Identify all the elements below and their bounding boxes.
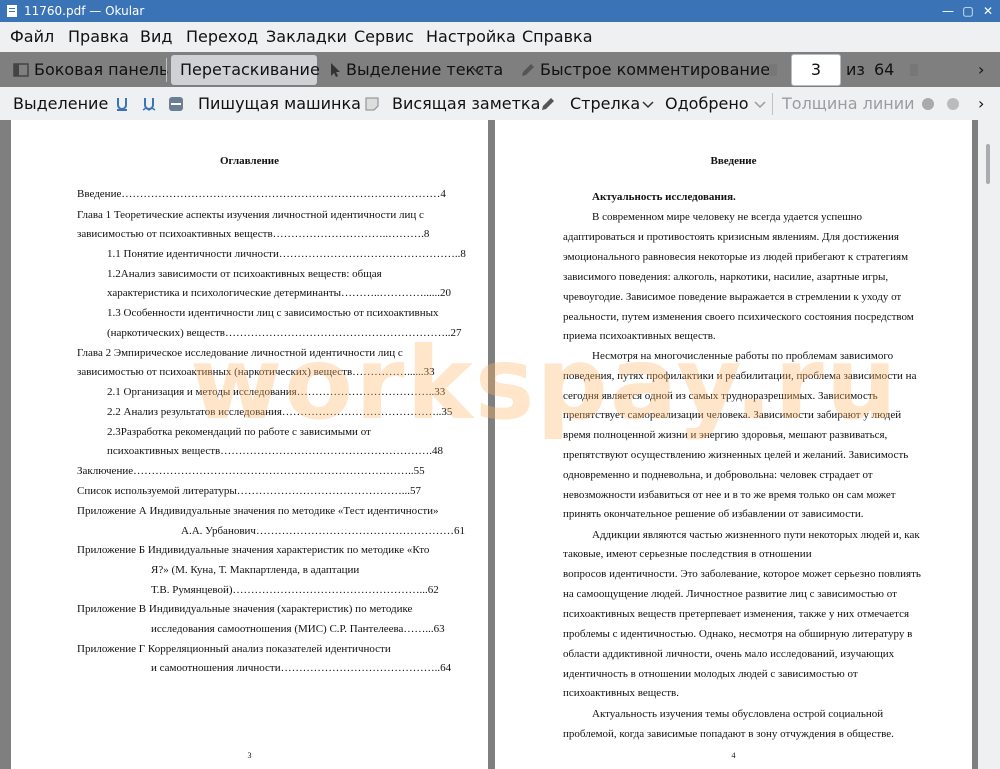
strikeout-icon[interactable] — [168, 96, 184, 112]
scrollbar-thumb[interactable] — [986, 144, 990, 184]
quick-comment-button[interactable]: Быстрое комментирование — [540, 60, 770, 80]
chevron-down-icon[interactable] — [752, 96, 768, 112]
body-line: психоактивных веществ претерпевает измен… — [563, 608, 910, 620]
body-line: проблемы с идентичностью. Однако, несмот… — [563, 628, 913, 640]
vertical-scrollbar[interactable] — [978, 120, 1000, 769]
annotation-toolbar: Выделение Пишущая машинка Висящая заметк… — [0, 87, 1000, 120]
body-line: Аддикции являются частью жизненного пути… — [592, 529, 920, 541]
menu-help[interactable]: Справка — [522, 28, 593, 46]
section-subheading: Актуальность исследования. — [592, 191, 736, 203]
toc-line: характеристика и психологические детерми… — [107, 287, 452, 299]
body-line: эмоционального равновесия некоторые из л… — [563, 251, 909, 263]
toolbar-separator — [772, 93, 773, 115]
menu-tools[interactable]: Сервис — [354, 28, 414, 46]
minimize-button[interactable]: — — [940, 3, 956, 19]
toc-line: Приложение Б Индивидуальные значения хар… — [77, 544, 430, 556]
toc-line: 1.2Анализ зависимости от психоактивных в… — [107, 268, 382, 280]
toc-line: 1.3 Особенности идентичности лиц с завис… — [107, 307, 439, 319]
toc-line: Заключение…………………………………………………………………..55 — [77, 465, 425, 477]
toc-line: Приложение Г Корреляционный анализ показ… — [77, 643, 391, 655]
body-line: реальности, путем изменения своего психи… — [563, 311, 914, 323]
sidebar-button[interactable]: Боковая панель — [34, 60, 168, 80]
okular-app-icon — [7, 5, 17, 17]
body-line: невозможности избавиться от нее и в то ж… — [563, 489, 896, 501]
arrow-annot-icon — [542, 98, 554, 110]
body-line: принять окончательное решение об избавле… — [563, 508, 864, 520]
title-bar: 11760.pdf — Okular — ▢ ✕ — [0, 0, 1000, 22]
next-page-icon[interactable] — [906, 62, 922, 78]
main-toolbar: Боковая панель Перетаскивание Выделение … — [0, 52, 1000, 87]
quick-annotate-icon — [522, 64, 534, 76]
total-pages: 64 — [874, 60, 895, 79]
sidebar-icon — [13, 63, 29, 77]
text-cursor-icon — [331, 63, 340, 77]
sticky-note-icon — [365, 97, 379, 111]
toc-line: Приложение А Индивидуальные значения по … — [77, 505, 439, 517]
page-heading: Введение — [710, 155, 757, 167]
page-number: 3 — [247, 751, 252, 760]
menu-settings[interactable]: Настройка — [426, 28, 516, 46]
page-number: 4 — [731, 751, 736, 760]
chevron-down-icon[interactable] — [640, 96, 656, 112]
annot-select-button[interactable]: Выделение — [13, 94, 108, 114]
toc-line: Глава 1 Теоретические аспекты изучения л… — [77, 209, 424, 221]
underline-icon[interactable] — [114, 96, 130, 112]
body-line: области аддиктивной личности, очень мало… — [563, 648, 895, 660]
body-line: препятствуют осуществлению жизненных цел… — [563, 449, 909, 461]
drag-tool-button[interactable]: Перетаскивание — [180, 60, 320, 80]
menu-file[interactable]: Файл — [10, 28, 54, 46]
squiggly-underline-icon[interactable] — [141, 96, 157, 112]
maximize-button[interactable]: ▢ — [960, 3, 976, 19]
chevron-down-icon[interactable] — [470, 62, 486, 78]
body-line: адаптироваться и противостоять кризисным… — [563, 231, 899, 243]
stamp-approved-button[interactable]: Одобрено — [665, 94, 749, 114]
previous-page-icon[interactable] — [765, 62, 781, 78]
body-line: В современном мире человеку не всегда уд… — [592, 211, 863, 223]
toc-line: исследования самоотношения (МИС) С.Р. Па… — [151, 623, 445, 635]
arrow-button[interactable]: Стрелка — [570, 94, 640, 114]
page-of-label: из — [846, 60, 865, 79]
page-number-input[interactable]: 3 — [791, 54, 841, 86]
page-4: Введение Актуальность исследования. В со… — [495, 120, 972, 769]
toc-line: психоактивных веществ…………………………………………………… — [107, 445, 444, 457]
color-icon[interactable] — [920, 96, 936, 112]
body-line: таковые, имеют серьезные последствия в о… — [563, 548, 812, 560]
toc-line: Список используемой литературы…………………………… — [77, 485, 422, 497]
body-line: чревоугодие. Зависимое поведение выражае… — [563, 291, 902, 303]
menu-go[interactable]: Переход — [186, 28, 258, 46]
toc-line: Т.В. Румянцевой)……………………………………………...62 — [151, 584, 439, 596]
toc-line: 1.1 Понятие идентичности личности…………………… — [107, 248, 466, 260]
menu-bar: Файл Правка Вид Переход Закладки Сервис … — [0, 22, 1000, 52]
typewriter-button[interactable]: Пишущая машинка — [198, 94, 361, 114]
body-line: одновременно и подневольна, и добровольн… — [563, 469, 873, 481]
toc-line: А.А. Урбанович………………………………………………61 — [181, 525, 465, 537]
body-line: на самоощущение людей. Личностное развит… — [563, 588, 897, 600]
sticky-note-button[interactable]: Висящая заметка — [392, 94, 540, 114]
close-button[interactable]: ✕ — [980, 3, 996, 19]
menu-view[interactable]: Вид — [140, 28, 172, 46]
toolbar-overflow-button[interactable]: › — [978, 94, 984, 114]
body-line: вопросов идентичности. Это заболевание, … — [563, 568, 921, 580]
page-heading: Оглавление — [219, 155, 280, 167]
body-line: зависимого поведения: алкоголь, наркотик… — [563, 271, 889, 283]
toc-line: зависимостью от психоактивных веществ………… — [77, 228, 430, 240]
eraser-icon[interactable] — [945, 96, 961, 112]
body-line: проблемой, когда зависимые попадают в зо… — [563, 728, 894, 740]
toc-line: Приложение В Индивидуальные значения (ха… — [77, 603, 413, 615]
window-title: 11760.pdf — Okular — [24, 4, 145, 18]
toolbar-separator — [166, 58, 167, 82]
menu-edit[interactable]: Правка — [68, 28, 129, 46]
toolbar-overflow-button[interactable]: › — [978, 60, 984, 80]
page-3: Оглавление Введение………………………………………………………… — [11, 120, 488, 769]
toc-line: Введение……………………………………………………………………………4 — [77, 188, 446, 200]
body-line: Актуальность изучения темы обусловлена о… — [592, 708, 884, 720]
toc-line: и самоотношения личности……………………………………..… — [151, 662, 452, 674]
menu-bookmarks[interactable]: Закладки — [266, 28, 347, 46]
body-line: психоактивных веществ. — [563, 687, 680, 699]
watermark: workspay.ru — [190, 325, 899, 442]
toc-line: Я?» (М. Куна, Т. Макпартленда, в адаптац… — [151, 564, 360, 576]
line-width-button[interactable]: Толщина линии — [782, 94, 915, 114]
body-line: идентичность в отношении молодых людей с… — [563, 668, 858, 680]
